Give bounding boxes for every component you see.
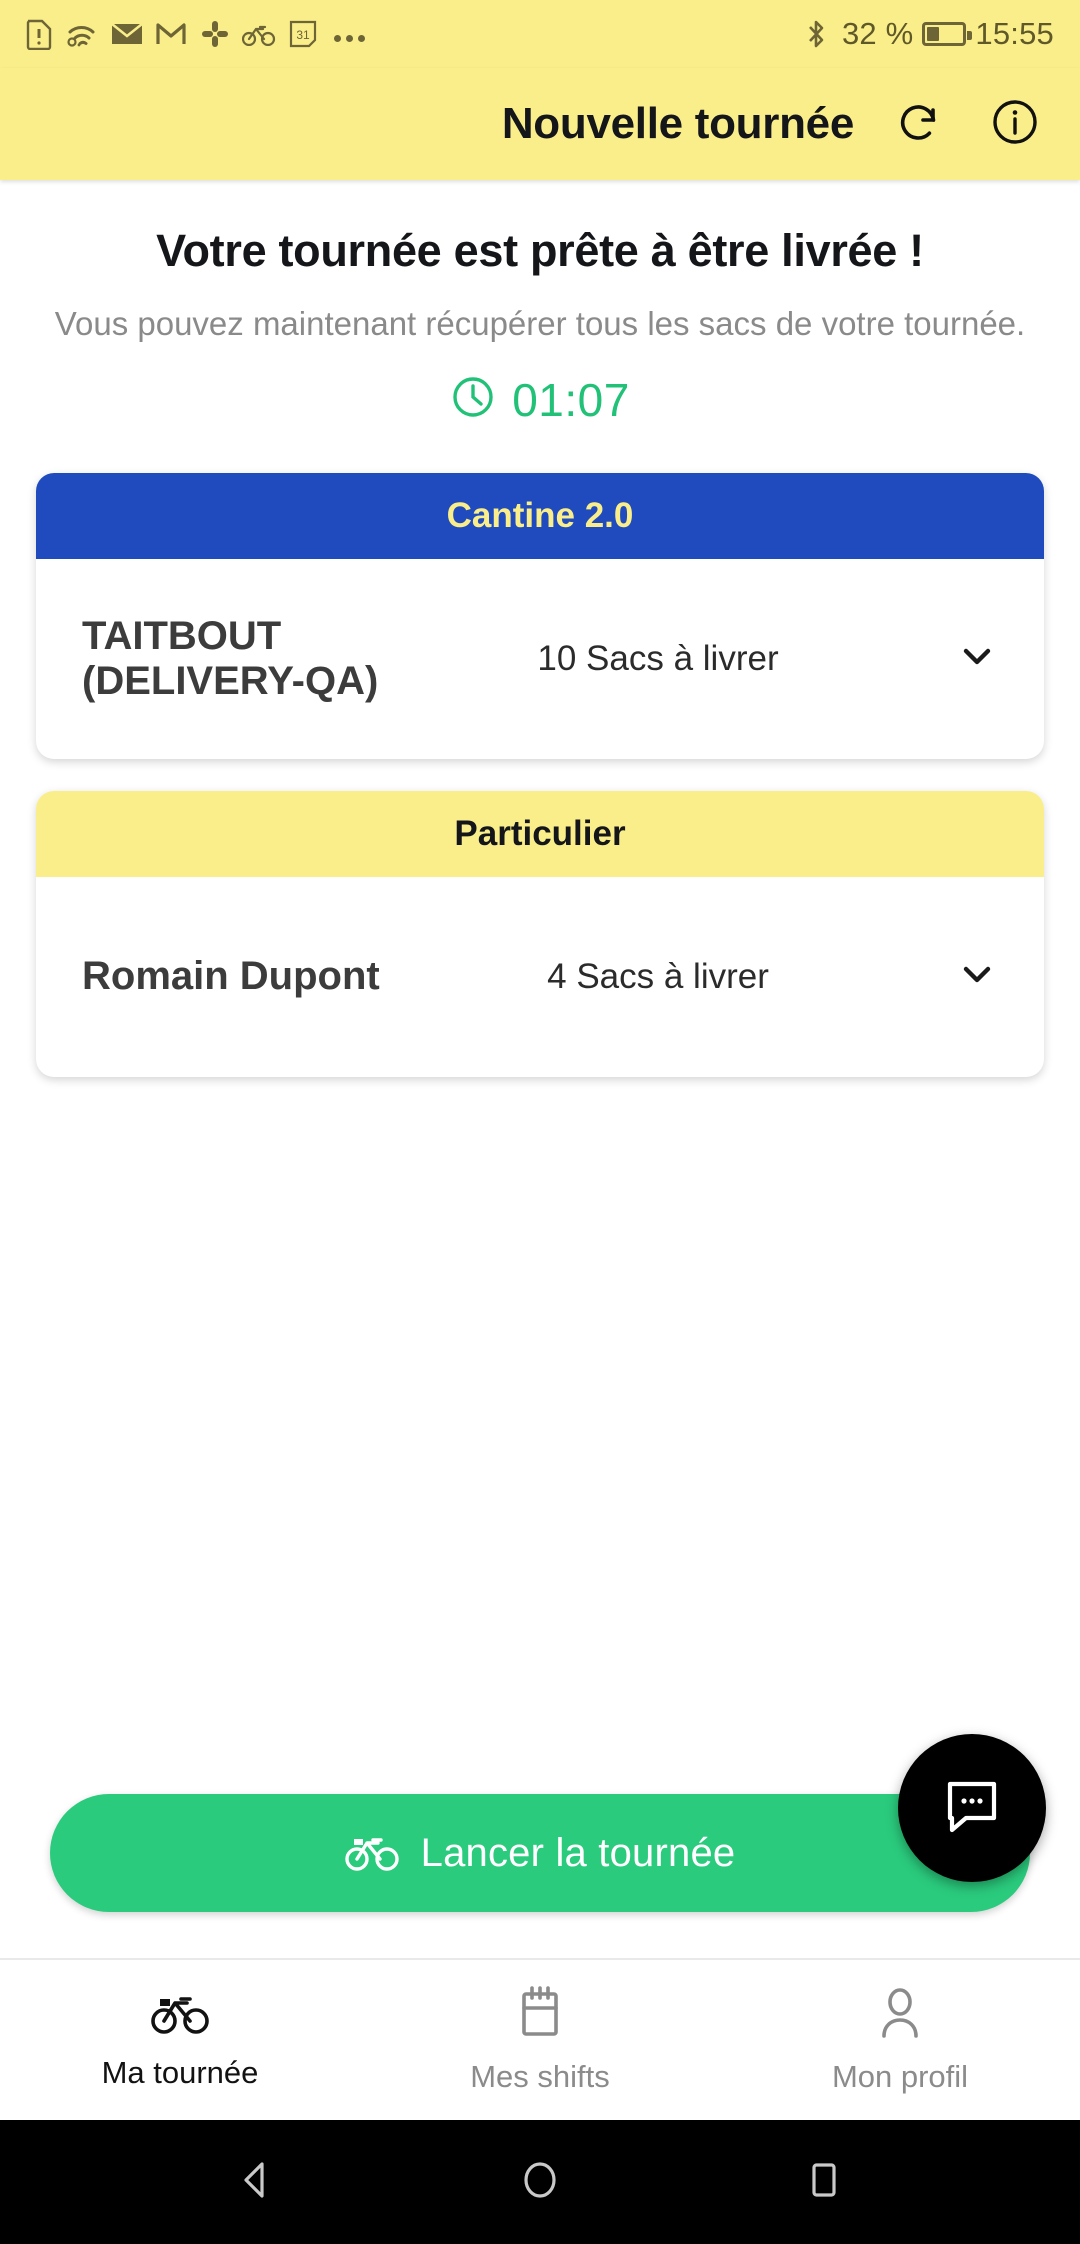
envelope-icon <box>110 17 144 51</box>
main-content: Votre tournée est prête à être livrée ! … <box>0 180 1080 1958</box>
calendar-icon <box>516 1985 564 2043</box>
svg-text:31: 31 <box>296 28 310 42</box>
nav-label: Mon profil <box>831 2058 969 2094</box>
sim-alert-icon <box>22 17 56 51</box>
home-circle-icon <box>514 2154 566 2211</box>
start-tour-button[interactable]: Lancer la tournée <box>50 1794 1030 1912</box>
refresh-button[interactable] <box>888 93 950 155</box>
nav-item-ma-tournee[interactable]: Ma tournée <box>0 1960 360 2120</box>
android-back-button[interactable] <box>221 2147 291 2217</box>
bike-icon <box>344 1831 399 1876</box>
chat-bubble-icon <box>940 1774 1004 1843</box>
delivery-card[interactable]: Cantine 2.0 TAITBOUT (DELIVERY-QA) 10 Sa… <box>36 472 1044 759</box>
countdown-timer: 01:07 <box>0 373 1080 427</box>
card-customer-name: Romain Dupont <box>82 954 380 999</box>
clock-label: 15:55 <box>975 16 1054 51</box>
card-bag-count: 10 Sacs à livrer <box>537 638 779 678</box>
start-tour-label: Lancer la tournée <box>420 1830 736 1875</box>
android-home-button[interactable] <box>505 2147 575 2217</box>
card-header-restaurant: Particulier <box>36 790 1044 877</box>
card-bag-count: 4 Sacs à livrer <box>547 956 769 996</box>
app-bar: Nouvelle tournée <box>0 68 1080 180</box>
nav-item-mes-shifts[interactable]: Mes shifts <box>360 1960 720 2120</box>
person-icon <box>876 1986 924 2043</box>
headline: Votre tournée est prête à être livrée ! <box>156 225 924 276</box>
calendar-31-icon: 31 <box>286 17 320 51</box>
page-title: Nouvelle tournée <box>501 99 854 148</box>
card-customer-name: TAITBOUT (DELIVERY-QA) <box>82 613 379 703</box>
card-body[interactable]: Romain Dupont 4 Sacs à livrer <box>36 877 1044 1077</box>
bluetooth-icon <box>799 17 833 51</box>
battery-percent-label: 32 % <box>841 16 914 51</box>
cta-area: Lancer la tournée <box>0 1734 1080 1958</box>
delivery-card-list: Cantine 2.0 TAITBOUT (DELIVERY-QA) 10 Sa… <box>0 472 1080 1077</box>
refresh-icon <box>893 96 945 153</box>
back-triangle-icon <box>230 2154 282 2211</box>
status-bar-system-indicators: 32 % 15:55 <box>799 16 1054 52</box>
slack-icon <box>198 17 232 51</box>
android-navigation-bar <box>0 2120 1080 2244</box>
countdown-value: 01:07 <box>512 373 630 426</box>
recents-square-icon <box>798 2154 850 2211</box>
battery-icon <box>922 22 973 46</box>
clock-icon <box>450 374 496 425</box>
android-recents-button[interactable] <box>789 2147 859 2217</box>
info-button[interactable] <box>984 93 1046 155</box>
card-expand-button[interactable] <box>946 628 1008 690</box>
bike-icon <box>242 17 276 51</box>
status-bar: 31 32 % 15:55 <box>0 0 1080 68</box>
wifi-icon <box>66 17 100 51</box>
phone-screen: 31 32 % 15:55 Nouvelle tournée Votre tou… <box>0 0 1080 2244</box>
chat-fab-button[interactable] <box>898 1734 1046 1882</box>
bottom-navigation: Ma tournée Mes shifts Mon profil <box>0 1958 1080 2120</box>
delivery-card[interactable]: Particulier Romain Dupont 4 Sacs à livre… <box>36 790 1044 1077</box>
status-bar-notification-icons: 31 <box>22 17 365 51</box>
overflow-dots-icon <box>334 17 365 51</box>
nav-label: Mes shifts <box>470 2058 610 2094</box>
card-body[interactable]: TAITBOUT (DELIVERY-QA) 10 Sacs à livrer <box>36 559 1044 759</box>
gmail-icon <box>154 17 188 51</box>
bike-icon <box>150 1990 210 2039</box>
card-header-restaurant: Cantine 2.0 <box>36 472 1044 559</box>
nav-item-mon-profil[interactable]: Mon profil <box>720 1960 1080 2120</box>
card-expand-button[interactable] <box>946 946 1008 1008</box>
nav-label: Ma tournée <box>101 2054 259 2090</box>
chevron-down-icon <box>956 953 998 1000</box>
info-icon <box>989 96 1041 153</box>
subheadline: Vous pouvez maintenant récupérer tous le… <box>54 305 1026 343</box>
chevron-down-icon <box>956 635 998 682</box>
